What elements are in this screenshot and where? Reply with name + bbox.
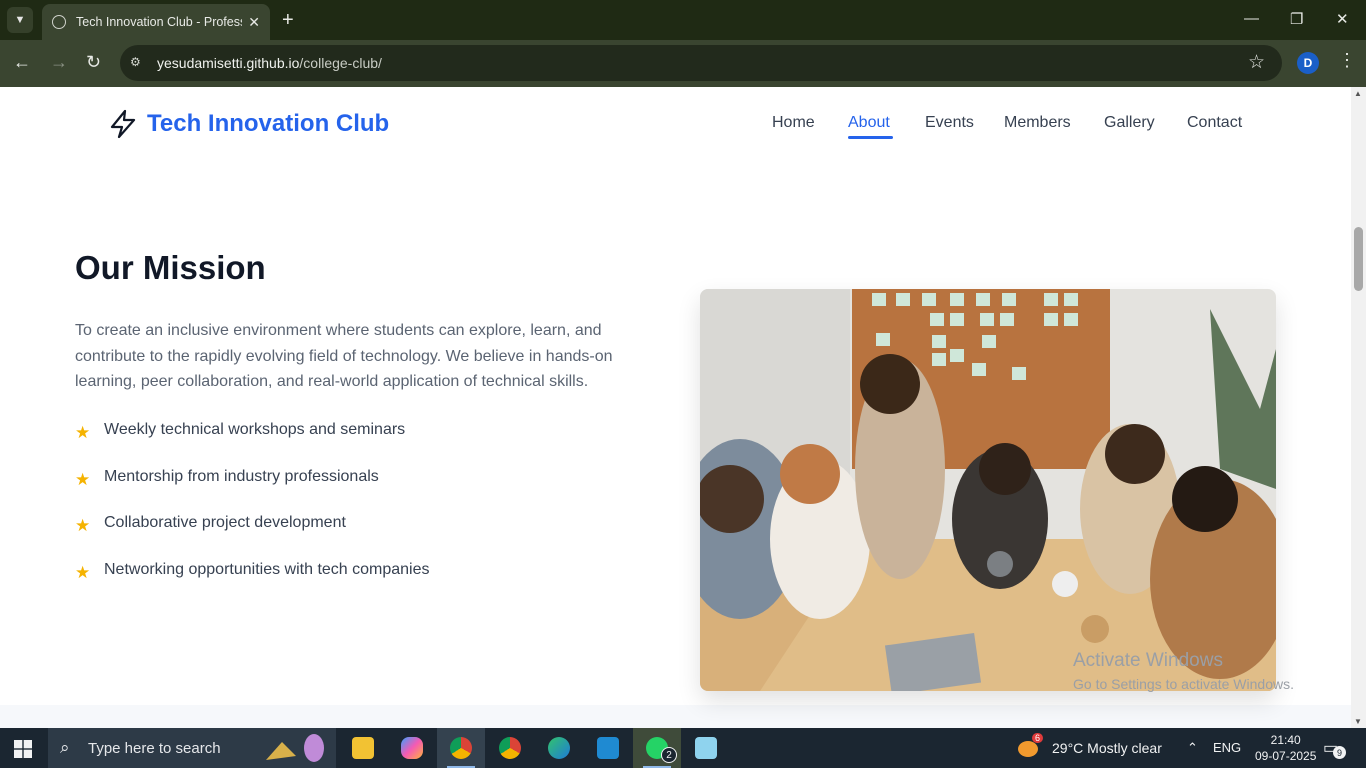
nav-gallery[interactable]: Gallery bbox=[1104, 114, 1155, 132]
chrome-app[interactable] bbox=[486, 728, 534, 768]
tab-search-button[interactable]: ▼ bbox=[7, 7, 33, 33]
tab-title: Tech Innovation Club - Professional bbox=[76, 15, 242, 29]
section-title: Our Mission bbox=[75, 249, 266, 286]
minimize-button[interactable]: — bbox=[1244, 10, 1259, 27]
activate-windows-watermark: Activate Windows Go to Settings to activ… bbox=[1073, 650, 1294, 692]
windows-taskbar: ⌕ Type here to search 2 6 29°C Mostly cl… bbox=[0, 728, 1366, 768]
site-header: Tech Innovation Club Home About Events M… bbox=[0, 87, 1351, 157]
watermark-subtitle: Go to Settings to activate Windows. bbox=[1073, 676, 1294, 692]
page-viewport: Tech Innovation Club Home About Events M… bbox=[0, 87, 1351, 728]
star-icon: ★ bbox=[75, 516, 91, 536]
mission-section: Our Mission To create an inclusive envir… bbox=[0, 157, 1351, 705]
site-logo[interactable]: Tech Innovation Club bbox=[147, 110, 389, 138]
chrome-icon bbox=[450, 737, 472, 759]
nav-about[interactable]: About bbox=[848, 114, 890, 132]
star-icon: ★ bbox=[75, 423, 91, 442]
new-tab-button[interactable]: + bbox=[282, 9, 294, 31]
clock-time: 21:40 bbox=[1270, 733, 1301, 747]
chrome-app-active[interactable] bbox=[437, 728, 485, 768]
vscode-icon bbox=[597, 737, 619, 759]
browser-tab[interactable]: Tech Innovation Club - Professional ✕ bbox=[42, 4, 270, 40]
lightning-icon bbox=[110, 109, 136, 139]
mission-description: To create an inclusive environment where… bbox=[75, 322, 613, 390]
notification-count: 9 bbox=[1333, 746, 1346, 759]
whatsapp-badge: 2 bbox=[661, 747, 677, 763]
team-meeting-photo bbox=[700, 289, 1276, 691]
system-clock[interactable]: 21:40 09-07-2025 bbox=[1255, 732, 1316, 764]
whatsapp-app[interactable]: 2 bbox=[633, 728, 681, 768]
active-nav-indicator bbox=[848, 136, 893, 139]
folder-icon bbox=[352, 737, 374, 759]
list-item: ★ Networking opportunities with tech comp… bbox=[75, 561, 430, 583]
globe-icon bbox=[52, 15, 66, 29]
restore-button[interactable]: ❐ bbox=[1290, 10, 1303, 28]
address-bar[interactable]: ⚙ yesudamisetti.github.io/college-club/ … bbox=[120, 45, 1282, 81]
edge-icon bbox=[548, 737, 570, 759]
forward-button[interactable]: → bbox=[50, 52, 68, 73]
notepad-icon bbox=[695, 737, 717, 759]
nav-members[interactable]: Members bbox=[1004, 114, 1071, 132]
list-item: ★ Collaborative project development bbox=[75, 514, 346, 536]
scroll-up-arrow-icon[interactable]: ▲ bbox=[1354, 89, 1362, 98]
star-icon: ★ bbox=[75, 563, 91, 583]
file-explorer-app[interactable] bbox=[339, 728, 387, 768]
weather-widget[interactable]: 6 29°C Mostly clear bbox=[1018, 733, 1162, 759]
feature-list: ★ Weekly technical workshops and seminars… bbox=[75, 421, 430, 608]
search-icon: ⌕ bbox=[60, 738, 70, 757]
page-scrollbar[interactable]: ▲ ▼ bbox=[1351, 87, 1366, 728]
list-item: ★ Weekly technical workshops and seminars bbox=[75, 421, 406, 442]
language-indicator[interactable]: ENG bbox=[1213, 740, 1241, 755]
clock-date: 09-07-2025 bbox=[1255, 749, 1317, 763]
watermark-title: Activate Windows bbox=[1073, 650, 1223, 671]
window-close-button[interactable]: ✕ bbox=[1336, 10, 1349, 28]
chrome-icon bbox=[499, 737, 521, 759]
browser-tab-bar: ▼ Tech Innovation Club - Professional ✕ … bbox=[0, 0, 1366, 40]
copilot-app[interactable] bbox=[388, 728, 436, 768]
browser-menu-icon[interactable]: ⋮ bbox=[1338, 50, 1356, 71]
bookmark-star-icon[interactable]: ☆ bbox=[1248, 51, 1265, 74]
windows-start-icon[interactable] bbox=[14, 740, 32, 758]
scroll-down-arrow-icon[interactable]: ▼ bbox=[1354, 717, 1362, 726]
weather-badge: 6 bbox=[1032, 733, 1044, 743]
notepad-app[interactable] bbox=[682, 728, 730, 768]
copilot-icon bbox=[401, 737, 423, 759]
weather-icon: 6 bbox=[1018, 733, 1044, 759]
site-info-icon[interactable]: ⚙ bbox=[130, 55, 146, 71]
nav-contact[interactable]: Contact bbox=[1187, 114, 1242, 132]
nav-home[interactable]: Home bbox=[772, 114, 815, 132]
browser-toolbar: ← → ↻ ⚙ yesudamisetti.github.io/college-… bbox=[0, 40, 1366, 87]
notification-center-icon[interactable]: ▭ 9 bbox=[1323, 738, 1346, 759]
url-text[interactable]: yesudamisetti.github.io/college-club/ bbox=[157, 55, 382, 71]
profile-avatar[interactable]: D bbox=[1297, 52, 1319, 74]
reload-button[interactable]: ↻ bbox=[86, 52, 101, 73]
star-icon: ★ bbox=[75, 469, 91, 489]
search-highlight-illustration-icon bbox=[266, 734, 324, 762]
vscode-app[interactable] bbox=[584, 728, 632, 768]
scroll-thumb[interactable] bbox=[1354, 227, 1363, 291]
taskbar-search[interactable]: ⌕ Type here to search bbox=[48, 728, 336, 768]
edge-app[interactable] bbox=[535, 728, 583, 768]
list-item: ★ Mentorship from industry professionals bbox=[75, 467, 379, 489]
back-button[interactable]: ← bbox=[13, 52, 31, 73]
weather-text: 29°C Mostly clear bbox=[1052, 740, 1162, 756]
nav-events[interactable]: Events bbox=[925, 114, 974, 132]
tab-close-button[interactable]: ✕ bbox=[248, 14, 260, 31]
search-placeholder: Type here to search bbox=[88, 740, 221, 757]
chevron-up-icon[interactable]: ⌃ bbox=[1187, 740, 1198, 756]
